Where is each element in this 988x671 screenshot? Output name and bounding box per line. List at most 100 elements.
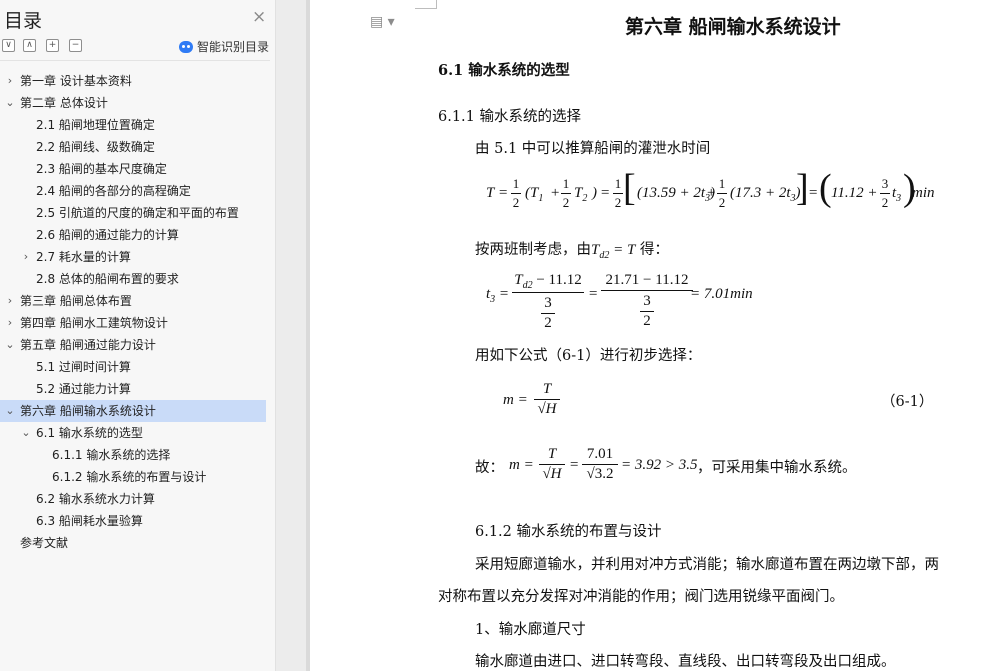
eq1-close: ) (592, 185, 597, 201)
eq1-t2: T2 (574, 185, 588, 204)
eq4-result: = 3.92 > 3.5 (621, 457, 698, 473)
toc-item-label: 6.3 船闸耗水量验算 (36, 514, 143, 528)
toc-item-label: 6.1.1 输水系统的选择 (52, 448, 171, 462)
toc-item[interactable]: › 2.7 耗水量的计算 (0, 246, 266, 268)
eq4-fraction-1: T √H (539, 446, 565, 483)
paragraph-1: 由 5.1 中可以推算船闸的灌泄水时间 (475, 141, 711, 157)
chapter-title: 第六章 船闸输水系统设计 (625, 16, 841, 38)
eq2-result: = 7.01min (690, 286, 753, 302)
toc-item[interactable]: ⌄ 第二章 总体设计 (0, 92, 266, 114)
toc-divider (0, 60, 270, 61)
toc-item-label: 2.1 船闸地理位置确定 (36, 118, 155, 132)
sidebar-scroll-track[interactable] (276, 0, 306, 671)
page-corner-mark (415, 8, 437, 9)
toc-item-label: 2.2 船闸线、级数确定 (36, 140, 155, 154)
document-page: ▤ ▾ 第六章 船闸输水系统设计 6.1 输水系统的选型 6.1.1 输水系统的… (310, 0, 988, 671)
toc-item[interactable]: 2.3 船闸的基本尺度确定 (0, 158, 266, 180)
collapse-all-icon[interactable]: ∨ (2, 39, 15, 52)
toc-item[interactable]: 2.2 船闸线、级数确定 (0, 136, 266, 158)
paragraph-4-prefix: 故： (475, 460, 504, 476)
toc-item[interactable]: 2.4 船闸的各部分的高程确定 (0, 180, 266, 202)
document-icon[interactable]: ▤ ▾ (370, 14, 395, 30)
eq1-left-bracket: [ (623, 167, 636, 209)
eq1-plus-b: + (706, 185, 717, 201)
add-item-icon[interactable]: + (46, 39, 59, 52)
toc-item-label: 第二章 总体设计 (20, 96, 108, 110)
toc-item[interactable]: 2.6 船闸的通过能力的计算 (0, 224, 266, 246)
toc-item-label: 2.8 总体的船闸布置的要求 (36, 272, 179, 286)
toc-item-label: 2.4 船闸的各部分的高程确定 (36, 184, 191, 198)
toc-item[interactable]: 6.1.2 输水系统的布置与设计 (0, 466, 266, 488)
toc-item-label: 5.1 过闸时间计算 (36, 360, 131, 374)
eq3-tag: （6-1） (881, 394, 934, 410)
robot-icon (179, 41, 193, 53)
toc-item-label: 第一章 设计基本资料 (20, 74, 132, 88)
paragraph-4-suffix: ，可采用集中输水系统。 (697, 460, 857, 476)
chevron-right-icon[interactable]: › (20, 246, 32, 268)
eq1-equals-b: = (600, 185, 611, 201)
eq3-lhs: m = (503, 392, 528, 408)
eq1-res1: 11.12 + (831, 185, 878, 201)
chevron-down-icon[interactable]: ⌄ (20, 422, 32, 444)
toc-item[interactable]: 6.2 输水系统水力计算 (0, 488, 266, 510)
eq3-fraction: T √H (534, 381, 560, 418)
toc-item[interactable]: 2.1 船闸地理位置确定 (0, 114, 266, 136)
toc-item[interactable]: 6.1.1 输水系统的选择 (0, 444, 266, 466)
toc-item-label: 5.2 通过能力计算 (36, 382, 131, 396)
eq2-fraction-2: 21.71 − 11.12 3 2 (601, 272, 693, 329)
eq1-lhs: T (486, 185, 495, 201)
toc-item[interactable]: 2.5 引航道的尺度的确定和平面的布置 (0, 202, 266, 224)
eq1-equals-c: = (808, 185, 819, 201)
toc-item[interactable]: 6.3 船闸耗水量验算 (0, 510, 266, 532)
toc-item-label: 6.1 输水系统的选型 (36, 426, 143, 440)
toc-item[interactable]: › 第四章 船闸水工建筑物设计 (0, 312, 266, 334)
expand-up-icon[interactable]: ∧ (23, 39, 36, 52)
eq4-lhs: m = (509, 457, 534, 473)
eq1-equals: = (498, 185, 509, 201)
eq1-unit: min (912, 185, 935, 201)
toc-item-label: 6.2 输水系统水力计算 (36, 492, 155, 506)
paragraph-7: 1、输水廊道尺寸 (475, 622, 586, 638)
toc-item[interactable]: 参考文献 (0, 532, 266, 554)
eq1-right-bracket: ] (796, 167, 809, 209)
smart-toc-button[interactable]: 智能识别目录 (179, 38, 269, 55)
eq2-lhs: t3 = (486, 286, 510, 305)
chevron-right-icon[interactable]: › (4, 312, 16, 334)
toc-item[interactable]: 5.2 通过能力计算 (0, 378, 266, 400)
eq2-equals: = (588, 286, 599, 302)
paragraph-2: 按两班制考虑，由Td2 = T 得： (475, 242, 669, 261)
eq4-equals: = (569, 457, 580, 473)
toc-item-label: 2.7 耗水量的计算 (36, 250, 131, 264)
toc-item[interactable]: ⌄ 6.1 输水系统的选型 (0, 422, 266, 444)
section-heading-6-1-2: 6.1.2 输水系统的布置与设计 (475, 524, 662, 540)
close-icon[interactable]: × (252, 9, 266, 26)
page-corner-mark-vertical (436, 0, 437, 9)
toc-item-label: 第三章 船闸总体布置 (20, 294, 132, 308)
toc-item-label: 第四章 船闸水工建筑物设计 (20, 316, 168, 330)
chevron-down-icon[interactable]: ⌄ (4, 92, 16, 114)
chevron-down-icon[interactable]: ⌄ (4, 400, 16, 422)
eq2-fraction-1: Td2 − 11.12 3 2 (512, 272, 584, 331)
toc-item[interactable]: 5.1 过闸时间计算 (0, 356, 266, 378)
toc-item[interactable]: 2.8 总体的船闸布置的要求 (0, 268, 266, 290)
chevron-right-icon[interactable]: › (4, 290, 16, 312)
remove-item-icon[interactable]: − (69, 39, 82, 52)
toc-item[interactable]: ⌄ 第五章 船闸通过能力设计 (0, 334, 266, 356)
toc-item[interactable]: › 第一章 设计基本资料 (0, 70, 266, 92)
eq1-left-paren: ( (819, 167, 832, 209)
paragraph-5: 采用短廊道输水，并利用对冲方式消能；输水廊道布置在两边墩下部，两 (475, 557, 939, 573)
eq1-inner2: (17.3 + 2t3) (730, 185, 801, 204)
toc-item-label: 2.6 船闸的通过能力的计算 (36, 228, 179, 242)
toc-item[interactable]: › 第三章 船闸总体布置 (0, 290, 266, 312)
chevron-right-icon[interactable]: › (4, 70, 16, 92)
toc-item-label: 第六章 船闸输水系统设计 (20, 404, 156, 418)
toc-item-label: 参考文献 (20, 536, 69, 550)
eq1-t1: (T1 (525, 185, 544, 204)
chevron-down-icon[interactable]: ⌄ (4, 334, 16, 356)
smart-toc-label: 智能识别目录 (197, 40, 270, 54)
toc-item-label: 2.3 船闸的基本尺度确定 (36, 162, 167, 176)
eq1-t3: t3 (892, 185, 902, 204)
eq4-fraction-2: 7.01 √3.2 (582, 446, 618, 483)
toc-item[interactable]: ⌄ 第六章 船闸输水系统设计 (0, 400, 266, 422)
toc-item-label: 6.1.2 输水系统的布置与设计 (52, 470, 207, 484)
